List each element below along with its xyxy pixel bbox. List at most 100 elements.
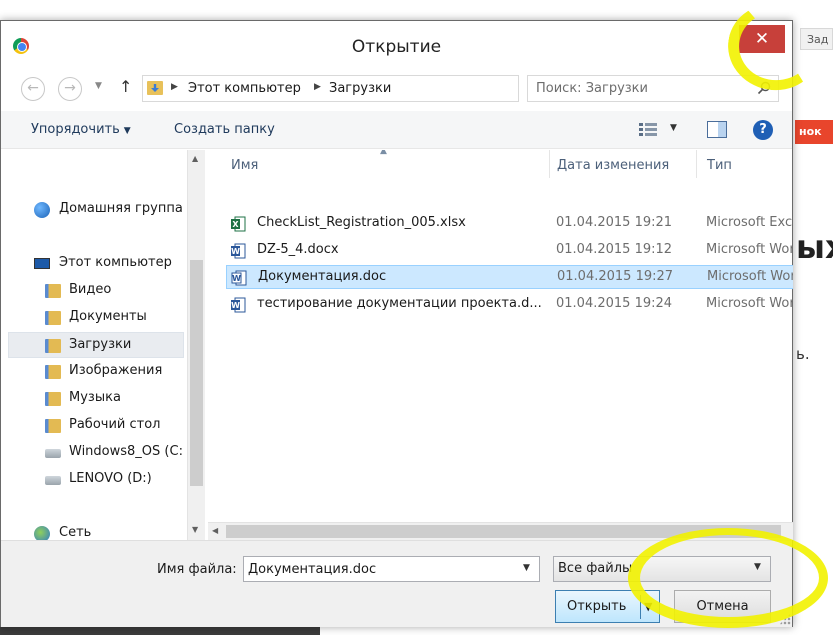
nav-item-downloads[interactable]: Загрузки (8, 332, 184, 358)
nav-item-label: Домашняя группа (59, 201, 183, 216)
nav-item-network[interactable]: Сеть (8, 521, 184, 540)
file-type-select[interactable]: Все файлы ▼ (553, 556, 771, 582)
file-date: 01.04.2015 19:21 (556, 215, 673, 230)
svg-text:W: W (232, 274, 241, 283)
background-heading: ых (796, 228, 833, 266)
network-icon (34, 526, 50, 540)
background-tab[interactable]: Зад (800, 28, 833, 50)
filename-input[interactable] (243, 556, 540, 582)
preview-pane-button[interactable] (707, 121, 727, 138)
organize-label: Упорядочить (31, 122, 120, 137)
nav-item-documents[interactable]: Документы (8, 305, 184, 331)
file-row-selected[interactable]: W Документация.doc 01.04.2015 19:27 Micr… (226, 265, 793, 289)
scroll-left-icon[interactable]: ◀ (212, 526, 218, 535)
file-type: Microsoft Word (707, 269, 793, 284)
nav-item-pictures[interactable]: Изображения (8, 359, 184, 385)
computer-icon (34, 258, 50, 269)
scroll-up-icon[interactable]: ▲ (192, 154, 198, 163)
excel-file-icon: X (231, 216, 246, 232)
address-bar[interactable]: ▶ Этот компьютер ▶ Загрузки ↻ (142, 75, 651, 102)
chevron-down-icon: ▼ (754, 562, 761, 572)
search-icon[interactable] (757, 81, 771, 95)
file-name: Документация.doc (258, 269, 387, 284)
nav-item-desktop[interactable]: Рабочий стол (8, 413, 184, 439)
breadcrumb-separator-icon[interactable]: ▶ (314, 82, 321, 92)
file-row[interactable]: W DZ-5_4.docx 01.04.2015 19:12 Microsoft… (226, 239, 793, 263)
breadcrumb-item-downloads[interactable]: Загрузки (329, 81, 391, 96)
file-type: Microsoft Word (706, 242, 793, 257)
chevron-down-icon: ▼ (123, 126, 131, 136)
nav-item-label: Сеть (59, 525, 92, 540)
toolbar: Упорядочить ▼ Создать папку ▼ ? (1, 111, 792, 149)
view-dropdown-icon[interactable]: ▼ (670, 123, 677, 133)
up-button[interactable]: ↑ (119, 77, 132, 96)
forward-button[interactable]: → (58, 77, 82, 101)
dialog-title: Открытие (351, 37, 442, 57)
column-header-date[interactable]: Дата изменения (557, 158, 669, 173)
help-button[interactable]: ? (753, 120, 773, 140)
svg-text:W: W (231, 301, 240, 310)
downloads-folder-icon (45, 339, 61, 353)
view-options-icon[interactable] (639, 123, 657, 137)
file-type: Microsoft Word (706, 296, 793, 311)
open-options-dropdown-icon[interactable]: ▼ (644, 600, 652, 613)
nav-item-this-pc[interactable]: Этот компьютер (8, 251, 184, 277)
title-bar[interactable]: Открытие ✕ (1, 21, 792, 57)
nav-item-homegroup[interactable]: Домашняя группа (8, 197, 184, 223)
homegroup-icon (34, 202, 50, 218)
file-row[interactable]: X CheckList_Registration_005.xlsx 01.04.… (226, 212, 793, 236)
file-type-value: Все файлы (558, 561, 633, 576)
folder-icon (45, 365, 61, 379)
word-file-icon: W (231, 270, 247, 286)
breadcrumb-item-this-pc[interactable]: Этот компьютер (188, 81, 301, 96)
scrollbar-thumb[interactable] (190, 260, 203, 486)
word-file-icon: W (231, 297, 246, 313)
open-button[interactable]: Открыть ▼ (555, 590, 660, 623)
column-header-type[interactable]: Тип (707, 158, 732, 173)
file-name: CheckList_Registration_005.xlsx (257, 215, 466, 230)
cancel-button[interactable]: Отмена (674, 590, 771, 623)
file-row[interactable]: W тестирование документации проекта.d...… (226, 293, 793, 317)
resize-grip-icon[interactable] (779, 613, 791, 625)
filename-label: Имя файла: (157, 562, 237, 577)
scroll-down-icon[interactable]: ▼ (192, 525, 198, 534)
search-box[interactable] (527, 75, 779, 102)
nav-item-videos[interactable]: Видео (8, 278, 184, 304)
nav-item-label: Видео (69, 282, 112, 297)
background-text: ь. (796, 345, 810, 363)
sort-ascending-icon: ▲ (380, 150, 387, 156)
drive-icon (45, 476, 61, 485)
file-type: Microsoft Excel (706, 215, 793, 230)
background-banner: нок (795, 120, 833, 144)
chevron-down-icon[interactable]: ▼ (523, 563, 530, 573)
search-input[interactable] (536, 81, 751, 96)
nav-item-drive-c[interactable]: Windows8_OS (C:) (8, 440, 184, 466)
nav-item-label: Загрузки (69, 337, 132, 352)
nav-item-music[interactable]: Музыка (8, 386, 184, 412)
breadcrumb-separator-icon[interactable]: ▶ (171, 82, 178, 92)
file-date: 01.04.2015 19:12 (556, 242, 673, 257)
split-divider (640, 595, 641, 619)
column-divider[interactable] (549, 150, 550, 178)
column-divider[interactable] (696, 150, 697, 178)
nav-item-label: Windows8_OS (C:) (69, 444, 184, 459)
back-button[interactable]: ← (21, 77, 45, 101)
organize-button[interactable]: Упорядочить ▼ (31, 122, 131, 137)
scrollbar-thumb[interactable] (226, 525, 781, 538)
svg-text:X: X (232, 220, 239, 229)
new-folder-button[interactable]: Создать папку (174, 122, 275, 137)
nav-item-drive-d[interactable]: LENOVO (D:) (8, 467, 184, 493)
file-name: DZ-5_4.docx (257, 242, 339, 257)
recent-locations-button[interactable]: ▼ (95, 81, 102, 91)
nav-item-label: Рабочий стол (69, 417, 161, 432)
dialog-footer: Имя файла: ▼ Все файлы ▼ Открыть ▼ Отмен… (1, 540, 792, 627)
close-button[interactable]: ✕ (739, 25, 785, 53)
arrow-left-icon: ← (27, 80, 39, 96)
svg-text:W: W (231, 247, 240, 256)
file-list: ▲ Имя Дата изменения Тип X CheckList_Reg… (208, 150, 793, 542)
nav-pane-scrollbar[interactable]: ▲ ▼ (187, 150, 205, 540)
column-header-name[interactable]: Имя (231, 158, 258, 173)
folder-icon (45, 392, 61, 406)
file-list-horizontal-scrollbar[interactable]: ◀ (208, 522, 793, 540)
open-file-dialog: Открытие ✕ ← → ▼ ↑ ▶ Этот компьютер ▶ За… (0, 20, 793, 627)
